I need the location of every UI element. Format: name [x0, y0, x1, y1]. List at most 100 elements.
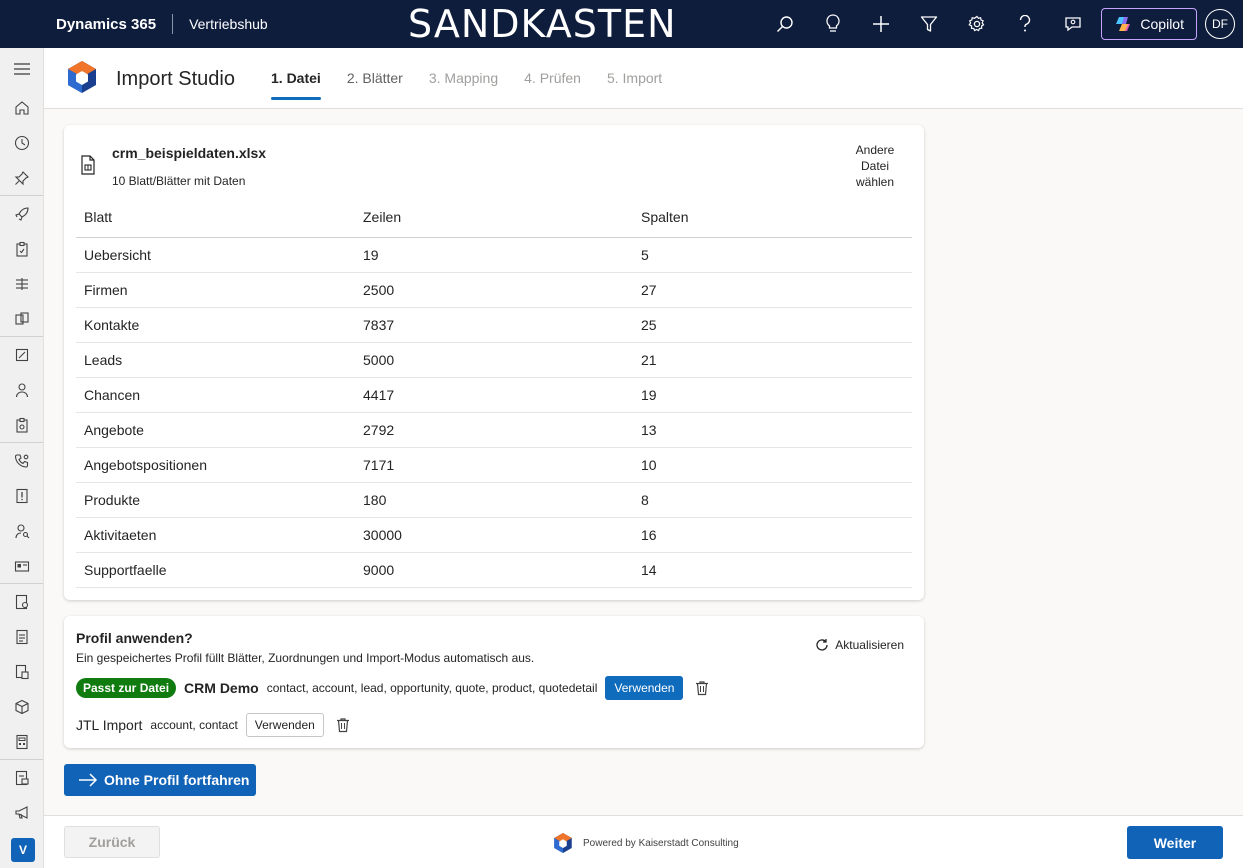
row-count: 180	[355, 482, 633, 518]
match-badge: Passt zur Datei	[76, 678, 177, 698]
sheets-table: Blatt Zeilen Spalten Uebersicht 19 5 Firme…	[76, 209, 912, 588]
column-count: 10	[633, 447, 912, 483]
alert-document-icon[interactable]	[0, 478, 44, 513]
continue-label: Ohne Profil fortfahren	[104, 772, 250, 788]
use-profile-button[interactable]: Verwenden	[605, 676, 684, 700]
table-row: Chancen 4417 19	[76, 377, 912, 413]
sheet-name: Angebote	[76, 412, 355, 448]
next-button[interactable]: Weiter	[1127, 826, 1223, 859]
hamburger-menu-icon[interactable]	[0, 48, 44, 90]
phone-settings-icon[interactable]	[0, 443, 44, 478]
person-icon[interactable]	[0, 372, 44, 407]
profile-row: JTL Import account, contact Verwenden	[76, 713, 351, 737]
back-button[interactable]: Zurück	[64, 826, 160, 858]
file-name: crm_beispieldaten.xlsx	[112, 145, 267, 161]
profile-name: CRM Demo	[184, 680, 259, 696]
person-search-icon[interactable]	[0, 513, 44, 548]
sheet-name: Leads	[76, 342, 355, 378]
environment-label: SANDKASTEN	[408, 2, 677, 46]
feedback-icon[interactable]	[1049, 0, 1097, 48]
table-row: Angebote 2792 13	[76, 412, 912, 448]
table-row: Supportfaelle 9000 14	[76, 552, 912, 588]
help-icon[interactable]	[1001, 0, 1049, 48]
user-avatar[interactable]: DF	[1205, 9, 1235, 39]
sheet-name: Firmen	[76, 272, 355, 308]
row-count: 19	[355, 237, 633, 273]
step-pruefen: 4. Prüfen	[524, 70, 581, 86]
row-count: 2500	[355, 272, 633, 308]
sheet-name: Chancen	[76, 377, 355, 413]
column-count: 13	[633, 412, 912, 448]
continue-without-profile-button[interactable]: Ohne Profil fortfahren	[64, 764, 256, 796]
rocket-icon[interactable]	[0, 196, 44, 231]
gear-icon[interactable]	[953, 0, 1001, 48]
table-row: Uebersicht 19 5	[76, 237, 912, 273]
top-icons: Copilot DF	[761, 0, 1243, 48]
table-row: Firmen 2500 27	[76, 272, 912, 308]
refresh-button[interactable]: Aktualisieren	[815, 638, 904, 652]
row-count: 5000	[355, 342, 633, 378]
report-icon[interactable]	[0, 584, 44, 619]
plus-icon[interactable]	[857, 0, 905, 48]
lightbulb-icon[interactable]	[809, 0, 857, 48]
area-switcher-badge[interactable]: V	[11, 838, 35, 862]
megaphone-icon[interactable]	[0, 795, 44, 830]
delete-profile-icon[interactable]	[335, 717, 351, 733]
step-datei[interactable]: 1. Datei	[271, 70, 321, 100]
column-count: 8	[633, 482, 912, 518]
column-count: 27	[633, 272, 912, 308]
pin-icon[interactable]	[0, 160, 44, 195]
row-count: 30000	[355, 517, 633, 553]
top-bar: Dynamics 365 Vertriebshub SANDKASTEN Cop…	[0, 0, 1243, 48]
product-box-icon[interactable]	[0, 689, 44, 724]
table-header-row: Blatt Zeilen Spalten	[76, 209, 912, 238]
pipeline-icon[interactable]	[0, 266, 44, 301]
spreadsheet-file-icon	[80, 155, 96, 178]
home-icon[interactable]	[0, 90, 44, 125]
profile-card: Profil anwenden? Ein gespeichertes Profi…	[64, 616, 924, 748]
sheet-name: Produkte	[76, 482, 355, 518]
cube-copy-icon[interactable]	[0, 301, 44, 336]
calculator-icon[interactable]	[0, 724, 44, 759]
filter-icon[interactable]	[905, 0, 953, 48]
hub-name[interactable]: Vertriebshub	[189, 16, 268, 32]
column-header-blatt: Blatt	[76, 209, 355, 238]
invoice-icon[interactable]	[0, 654, 44, 689]
table-row: Produkte 180 8	[76, 482, 912, 518]
powered-by-text: Powered by Kaiserstadt Consulting	[583, 837, 739, 849]
column-count: 21	[633, 342, 912, 378]
file-summary: 10 Blatt/Blätter mit Daten	[112, 174, 246, 188]
profile-name: JTL Import	[76, 717, 143, 733]
column-count: 19	[633, 377, 912, 413]
use-profile-button[interactable]: Verwenden	[245, 713, 324, 737]
copilot-label: Copilot	[1140, 16, 1184, 32]
search-icon[interactable]	[761, 0, 809, 48]
clipboard-icon[interactable]	[0, 231, 44, 266]
refresh-label: Aktualisieren	[835, 638, 904, 652]
step-blaetter[interactable]: 2. Blätter	[347, 70, 403, 100]
profile-subtitle: Ein gespeichertes Profil füllt Blätter, …	[76, 651, 535, 665]
list-document-icon[interactable]	[0, 760, 44, 795]
column-header-spalten: Spalten	[633, 209, 912, 238]
id-card-icon[interactable]	[0, 548, 44, 583]
step-mapping: 3. Mapping	[428, 70, 499, 86]
column-count: 5	[633, 237, 912, 273]
document-edit-icon[interactable]	[0, 337, 44, 372]
arrow-right-icon	[79, 773, 98, 787]
column-header-zeilen: Zeilen	[355, 209, 633, 238]
brand-name[interactable]: Dynamics 365	[56, 16, 156, 33]
profile-entities: account, contact	[150, 718, 238, 732]
recent-clock-icon[interactable]	[0, 125, 44, 160]
profile-row: Passt zur Datei CRM Demo contact, accoun…	[76, 676, 710, 700]
delete-profile-icon[interactable]	[694, 680, 710, 696]
clipboard-settings-icon[interactable]	[0, 407, 44, 442]
wizard-steps: 1. Datei 2. Blätter 3. Mapping 4. Prüfen…	[271, 70, 662, 100]
copilot-button[interactable]: Copilot	[1101, 8, 1197, 40]
copilot-icon	[1116, 17, 1131, 31]
column-count: 14	[633, 552, 912, 588]
choose-other-file-button[interactable]: Andere Datei wählen	[850, 142, 900, 190]
table-row: Kontakte 7837 25	[76, 307, 912, 343]
row-count: 7171	[355, 447, 633, 483]
row-count: 9000	[355, 552, 633, 588]
document-lines-icon[interactable]	[0, 619, 44, 654]
